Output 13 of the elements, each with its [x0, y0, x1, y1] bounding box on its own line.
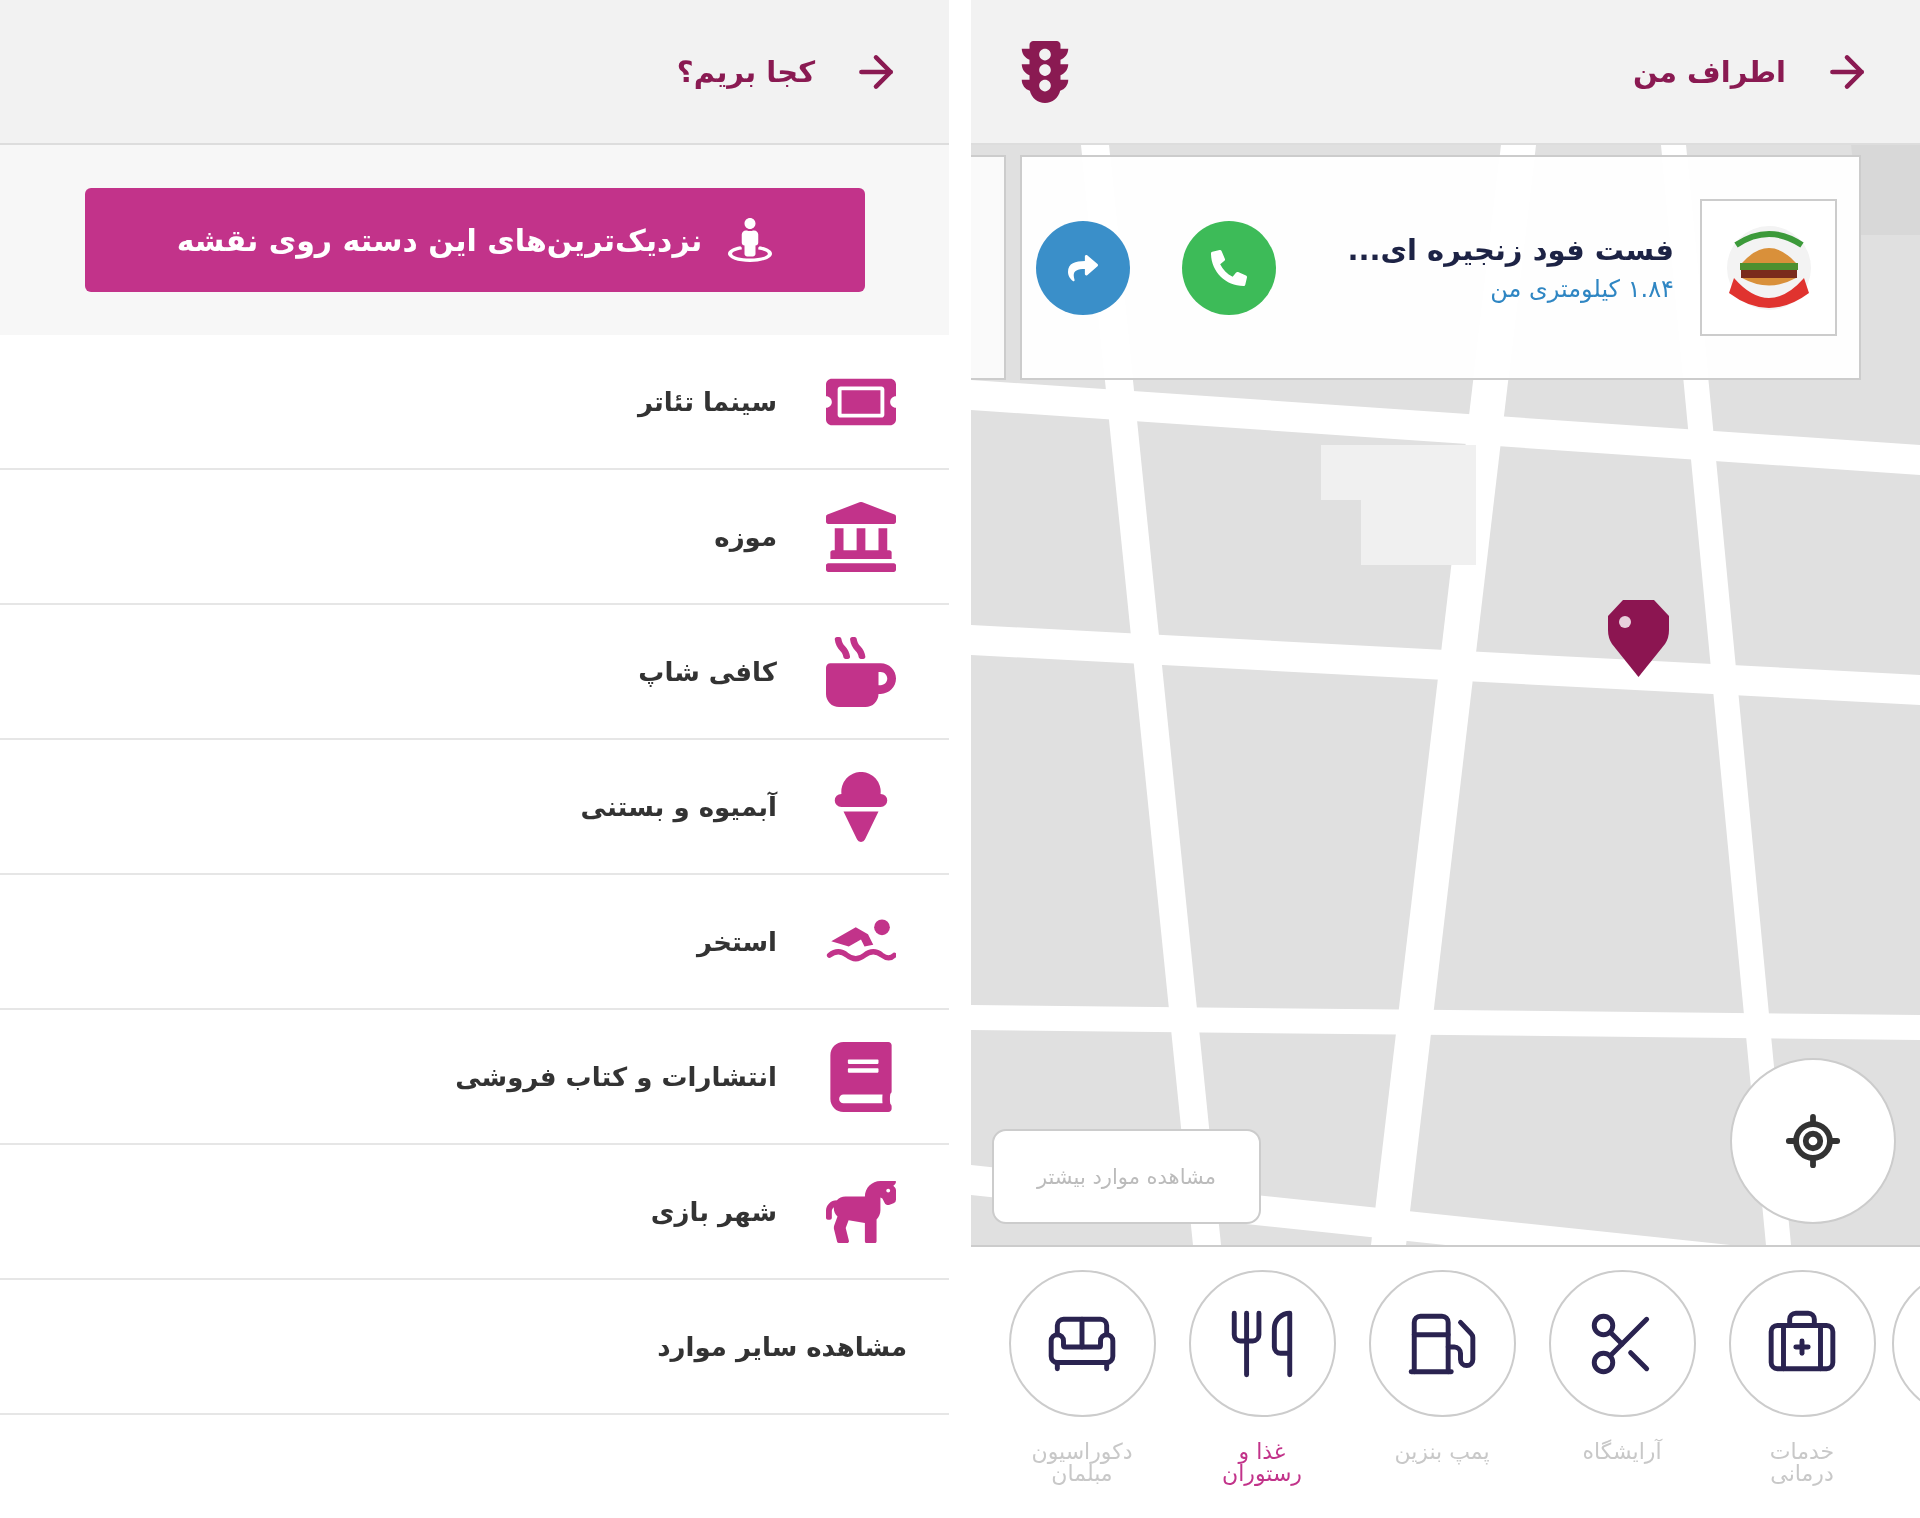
- category-item[interactable]: کافی شاپ: [638, 656, 777, 687]
- category-tab[interactable]: غذا و رستوران: [1172, 1270, 1352, 1518]
- nearest-on-map-button[interactable]: نزدیک‌ترین‌های این دسته روی نقشه: [84, 188, 865, 292]
- category-item[interactable]: شهر بازی: [650, 1196, 777, 1227]
- header-title: کجا بریم؟: [676, 54, 815, 89]
- header-title: اطراف من: [1632, 54, 1786, 89]
- more-link[interactable]: مشاهده سایر موارد: [657, 1331, 907, 1362]
- category-item[interactable]: استخر: [697, 926, 777, 957]
- category-item[interactable]: سینما تئاتر: [637, 386, 777, 417]
- category-item[interactable]: آبمیوه و بستنی: [580, 791, 777, 822]
- category-item[interactable]: موزه: [714, 521, 777, 552]
- person-on-spot-icon: [728, 218, 773, 262]
- category-item[interactable]: انتشارات و کتاب فروشی: [455, 1061, 777, 1092]
